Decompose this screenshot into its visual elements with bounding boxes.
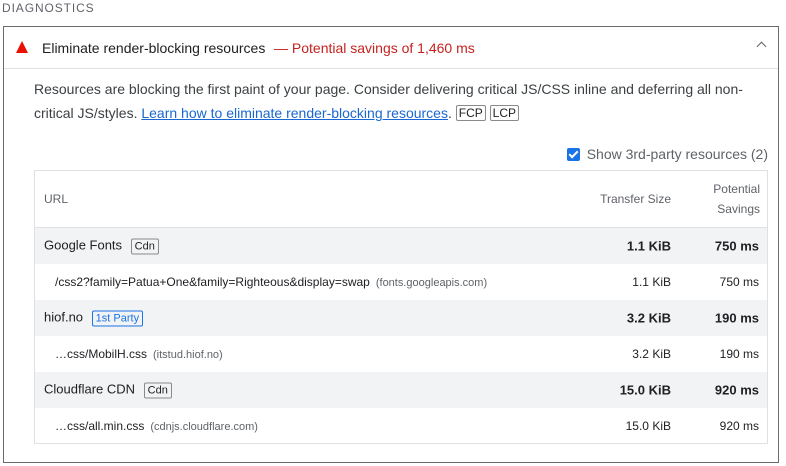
group-entity: Cloudflare CDN Cdn [44,382,172,399]
entity-name: Cloudflare CDN [44,381,136,397]
entity-tag: Cdn [130,238,159,255]
group-size: 15.0 KiB [619,382,671,398]
entity-tag: Cdn [143,382,172,399]
table-row[interactable]: …css/all.min.css (cdnjs.cloudflare.com) 1… [35,408,767,444]
table-row-group: hiof.no 1st Party 3.2 KiB 190 ms [35,300,767,336]
fail-triangle-icon [16,41,28,53]
header-savings: Savings [717,202,760,216]
resource-savings: 190 ms [719,347,759,361]
resource-size: 3.2 KiB [632,347,671,361]
show-3rd-party-toggle[interactable]: Show 3rd-party resources (2) [566,144,768,164]
learn-more-link[interactable]: Learn how to eliminate render-blocking r… [141,105,448,121]
resource-size: 15.0 KiB [625,419,671,433]
metric-tag-fcp: FCP [455,105,486,121]
section-title: DIAGNOSTICS [2,1,95,15]
header-url: URL [44,192,69,206]
group-savings: 920 ms [714,382,759,398]
resource-host: (itstud.hiof.no) [153,349,223,361]
resource-savings: 750 ms [719,275,759,289]
resource-host: (fonts.googleapis.com) [375,277,488,289]
group-savings: 750 ms [714,238,759,254]
group-size: 3.2 KiB [626,310,671,326]
group-entity: Google Fonts Cdn [44,238,159,255]
audit-render-blocking: Eliminate render-blocking resources — Po… [3,26,779,463]
audit-description: Resources are blocking the first paint o… [34,77,759,125]
resource-url[interactable]: …css/all.min.css (cdnjs.cloudflare.com) [55,419,258,433]
resource-url[interactable]: /css2?family=Patua+One&family=Righteous&… [55,275,487,289]
table-row-group: Google Fonts Cdn 1.1 KiB 750 ms [35,228,767,264]
show-3rd-party-label: Show 3rd-party resources (2) [586,146,768,162]
resources-table: URL Transfer Size Potential Savings Goog… [34,170,768,444]
group-size: 1.1 KiB [626,238,671,254]
resource-path: …css/MobilH.css [55,347,148,361]
chevron-up-icon[interactable] [756,41,767,52]
table-row[interactable]: …css/MobilH.css (itstud.hiof.no) 3.2 KiB … [35,336,767,372]
header-potential: Potential [713,182,760,196]
resource-host: (cdnjs.cloudflare.com) [150,421,258,433]
entity-name: Google Fonts [44,237,123,253]
group-entity: hiof.no 1st Party [44,309,144,327]
resource-url[interactable]: …css/MobilH.css (itstud.hiof.no) [55,347,223,361]
group-savings: 190 ms [714,310,759,326]
audit-header[interactable]: Eliminate render-blocking resources — Po… [4,27,778,69]
entity-name: hiof.no [44,309,84,325]
header-potential-savings: Potential Savings [713,179,760,219]
resource-path: /css2?family=Patua+One&family=Righteous&… [55,275,370,289]
resource-savings: 920 ms [719,419,759,433]
resource-size: 1.1 KiB [632,275,671,289]
table-row[interactable]: /css2?family=Patua+One&family=Righteous&… [35,264,767,300]
show-3rd-party-checkbox[interactable] [566,147,580,161]
table-header-row: URL Transfer Size Potential Savings [35,171,767,228]
resource-path: …css/all.min.css [55,419,145,433]
metric-tag-lcp: LCP [489,105,519,121]
audit-title: Eliminate render-blocking resources [42,40,266,56]
description-period: . [447,105,452,121]
entity-tag-first-party: 1st Party [91,310,144,327]
header-transfer-size: Transfer Size [600,192,671,206]
audit-savings: — Potential savings of 1,460 ms [274,40,475,56]
table-row-group: Cloudflare CDN Cdn 15.0 KiB 920 ms [35,372,767,408]
